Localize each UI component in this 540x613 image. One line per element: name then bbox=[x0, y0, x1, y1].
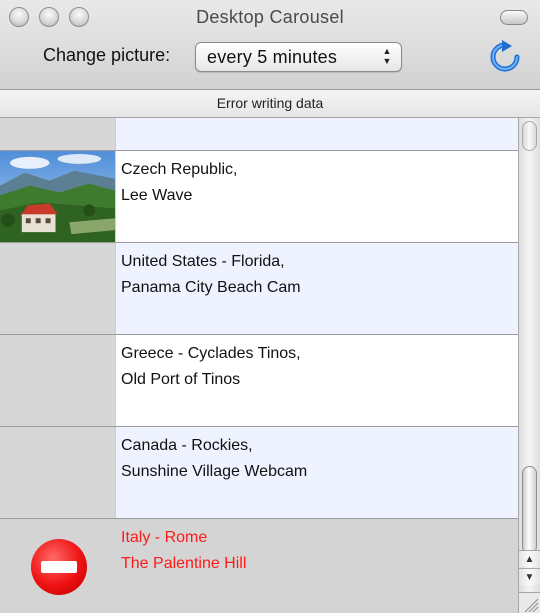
webcam-name: Panama City Beach Cam bbox=[121, 279, 301, 296]
webcam-name: The Palentine Hill bbox=[121, 555, 247, 572]
resize-grip-icon[interactable] bbox=[519, 592, 540, 613]
webcam-name: Sunshine Village Webcam bbox=[121, 463, 308, 480]
vertical-scrollbar[interactable]: ▲ ▼ bbox=[518, 118, 540, 613]
scroll-down-arrow-icon[interactable]: ▼ bbox=[519, 568, 540, 585]
stop-bar bbox=[41, 561, 77, 573]
scrollbar-thumb[interactable] bbox=[522, 466, 537, 554]
webcam-name: Old Port of Tinos bbox=[121, 371, 241, 388]
refresh-icon[interactable] bbox=[488, 40, 522, 74]
thumbnail-placeholder bbox=[0, 427, 116, 518]
thumbnail-placeholder bbox=[0, 243, 116, 334]
list-item-text: Czech Republic, Lee Wave bbox=[121, 157, 238, 209]
list-item-text: Italy - Rome The Palentine Hill bbox=[121, 525, 246, 577]
error-stop-icon bbox=[31, 539, 87, 595]
location-name: Canada - Rockies, bbox=[121, 437, 253, 454]
list-item-error[interactable]: Italy - Rome The Palentine Hill bbox=[0, 519, 518, 613]
interval-select[interactable]: every 5 minutes ▲ ▼ bbox=[195, 42, 402, 72]
status-bar: Error writing data bbox=[0, 90, 540, 118]
window-title: Desktop Carousel bbox=[196, 7, 344, 27]
location-name: United States - Florida, bbox=[121, 253, 285, 270]
title-bar: Desktop Carousel Change picture: every 5… bbox=[0, 0, 540, 90]
list-item-text: Greece - Cyclades Tinos, Old Port of Tin… bbox=[121, 341, 301, 393]
list-item[interactable] bbox=[0, 118, 518, 151]
desktop-carousel-window: Desktop Carousel Change picture: every 5… bbox=[0, 0, 540, 613]
thumbnail-placeholder bbox=[0, 118, 116, 150]
list-item[interactable]: United States - Florida, Panama City Bea… bbox=[0, 243, 518, 335]
thumbnail-placeholder bbox=[0, 335, 116, 426]
interval-select-value: every 5 minutes bbox=[207, 47, 338, 67]
webcam-list[interactable]: Czech Republic, Lee Wave United States -… bbox=[0, 118, 518, 613]
list-item[interactable]: Greece - Cyclades Tinos, Old Port of Tin… bbox=[0, 335, 518, 427]
scroll-up-arrow-icon[interactable]: ▲ bbox=[519, 550, 540, 567]
list-item-text: United States - Florida, Panama City Bea… bbox=[121, 249, 301, 301]
landscape-thumbnail bbox=[0, 151, 116, 242]
location-name: Czech Republic, bbox=[121, 161, 238, 178]
scrollbar-top-cap bbox=[522, 121, 537, 151]
list-item[interactable]: Czech Republic, Lee Wave bbox=[0, 151, 518, 243]
list-item-text: Canada - Rockies, Sunshine Village Webca… bbox=[121, 433, 307, 485]
list-item[interactable]: Canada - Rockies, Sunshine Village Webca… bbox=[0, 427, 518, 519]
location-name: Greece - Cyclades Tinos, bbox=[121, 345, 301, 362]
select-arrows-icon: ▲ ▼ bbox=[382, 46, 392, 66]
webcam-name: Lee Wave bbox=[121, 187, 193, 204]
toolbar-toggle-button[interactable] bbox=[500, 10, 528, 25]
resize-grip-lines bbox=[524, 598, 539, 613]
change-picture-label: Change picture: bbox=[43, 45, 171, 65]
location-name: Italy - Rome bbox=[121, 529, 208, 546]
